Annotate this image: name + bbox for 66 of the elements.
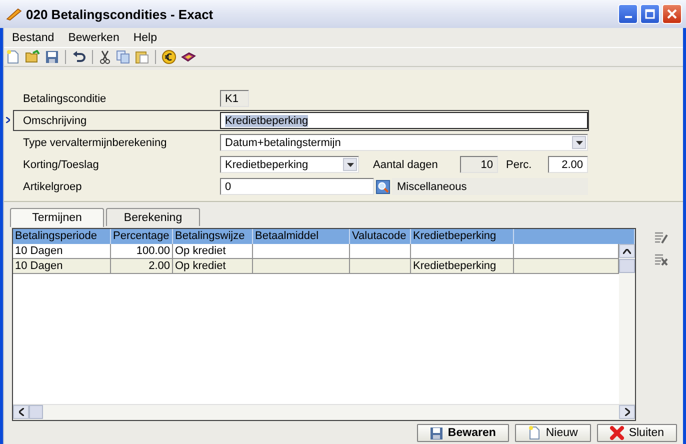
field-label: Betalingsconditie	[23, 92, 108, 104]
field-label: Perc.	[506, 158, 533, 170]
delete-list-icon[interactable]	[654, 253, 668, 267]
maximize-button[interactable]	[640, 4, 660, 24]
percentage-field[interactable]: 2.00	[548, 156, 588, 173]
column-header[interactable]: Percentage	[111, 229, 173, 244]
description-field[interactable]: Kredietbeperking	[220, 112, 588, 129]
field-label: Aantal dagen	[373, 158, 439, 170]
scissors-icon[interactable]	[99, 50, 111, 64]
scroll-thumb[interactable]	[619, 259, 635, 273]
tab[interactable]: Termijnen	[10, 208, 104, 227]
scroll-right-icon[interactable]	[619, 405, 635, 419]
save-icon[interactable]	[45, 50, 59, 64]
maximize-icon	[645, 9, 655, 19]
scroll-left-icon[interactable]	[13, 405, 29, 419]
table-cell: 10 Dagen	[13, 244, 111, 258]
copy-icon[interactable]	[116, 50, 130, 64]
table-cell: 10 Dagen	[13, 259, 111, 273]
euro-coin-icon[interactable]	[162, 50, 176, 64]
field-label: Artikelgroep	[23, 180, 83, 192]
item-group-description: Miscellaneous	[392, 178, 588, 195]
column-header[interactable]: Betaalmiddel	[253, 229, 350, 244]
table-cell: 100.00	[111, 244, 173, 258]
horizontal-scrollbar[interactable]	[13, 404, 635, 420]
scroll-up-icon[interactable]	[619, 244, 635, 258]
item-group-field[interactable]: 0	[220, 178, 374, 195]
field-label: Korting/Toeslag	[23, 158, 100, 170]
menu-item[interactable]: Bewerken	[68, 32, 120, 44]
table-cell: Kredietbeperking	[411, 259, 514, 273]
days-field: 10	[460, 156, 498, 173]
search-icon[interactable]	[376, 180, 390, 194]
new-document-icon	[528, 426, 541, 440]
calculation-type-dropdown[interactable]: Datum+betalingstermijn	[220, 134, 588, 151]
close-button[interactable]	[662, 4, 682, 24]
field-label: Type vervaltermijnberekening	[23, 136, 168, 148]
field-label: Omschrijving	[23, 114, 88, 126]
column-header[interactable]: Kredietbeperking	[411, 229, 514, 244]
menu-item[interactable]: Help	[133, 32, 157, 44]
code-field: K1	[220, 90, 249, 107]
column-header[interactable]: Betalingsperiode	[13, 229, 111, 244]
undo-icon[interactable]	[72, 50, 86, 64]
new-button[interactable]: Nieuw	[514, 424, 591, 442]
close-button[interactable]: Sluiten	[596, 424, 677, 442]
minimize-button[interactable]	[618, 4, 638, 24]
column-header[interactable]: Betalingswijze	[173, 229, 253, 244]
scroll-thumb[interactable]	[29, 405, 43, 419]
column-header[interactable]: Valutacode	[350, 229, 411, 244]
edit-list-icon[interactable]	[654, 231, 668, 245]
close-icon	[667, 9, 677, 19]
discount-dropdown[interactable]: Kredietbeperking	[220, 156, 359, 173]
row-pointer-icon	[6, 117, 10, 123]
cross-icon	[610, 426, 624, 440]
menu-item[interactable]: Bestand	[12, 32, 54, 44]
pencil-icon	[6, 7, 22, 21]
save-button[interactable]: Bewaren	[416, 424, 509, 442]
paste-icon[interactable]	[135, 50, 149, 64]
table-cell: Op krediet	[173, 244, 253, 258]
new-document-icon[interactable]	[6, 50, 20, 64]
save-icon	[430, 426, 443, 440]
vertical-scrollbar[interactable]	[619, 244, 635, 404]
table-cell: 2.00	[111, 259, 173, 273]
open-folder-icon[interactable]	[25, 50, 40, 64]
table-cell: Op krediet	[173, 259, 253, 273]
tab[interactable]: Berekening	[106, 208, 200, 226]
window-title: 020 Betalingscondities - Exact	[26, 6, 214, 22]
minimize-icon	[624, 16, 632, 18]
